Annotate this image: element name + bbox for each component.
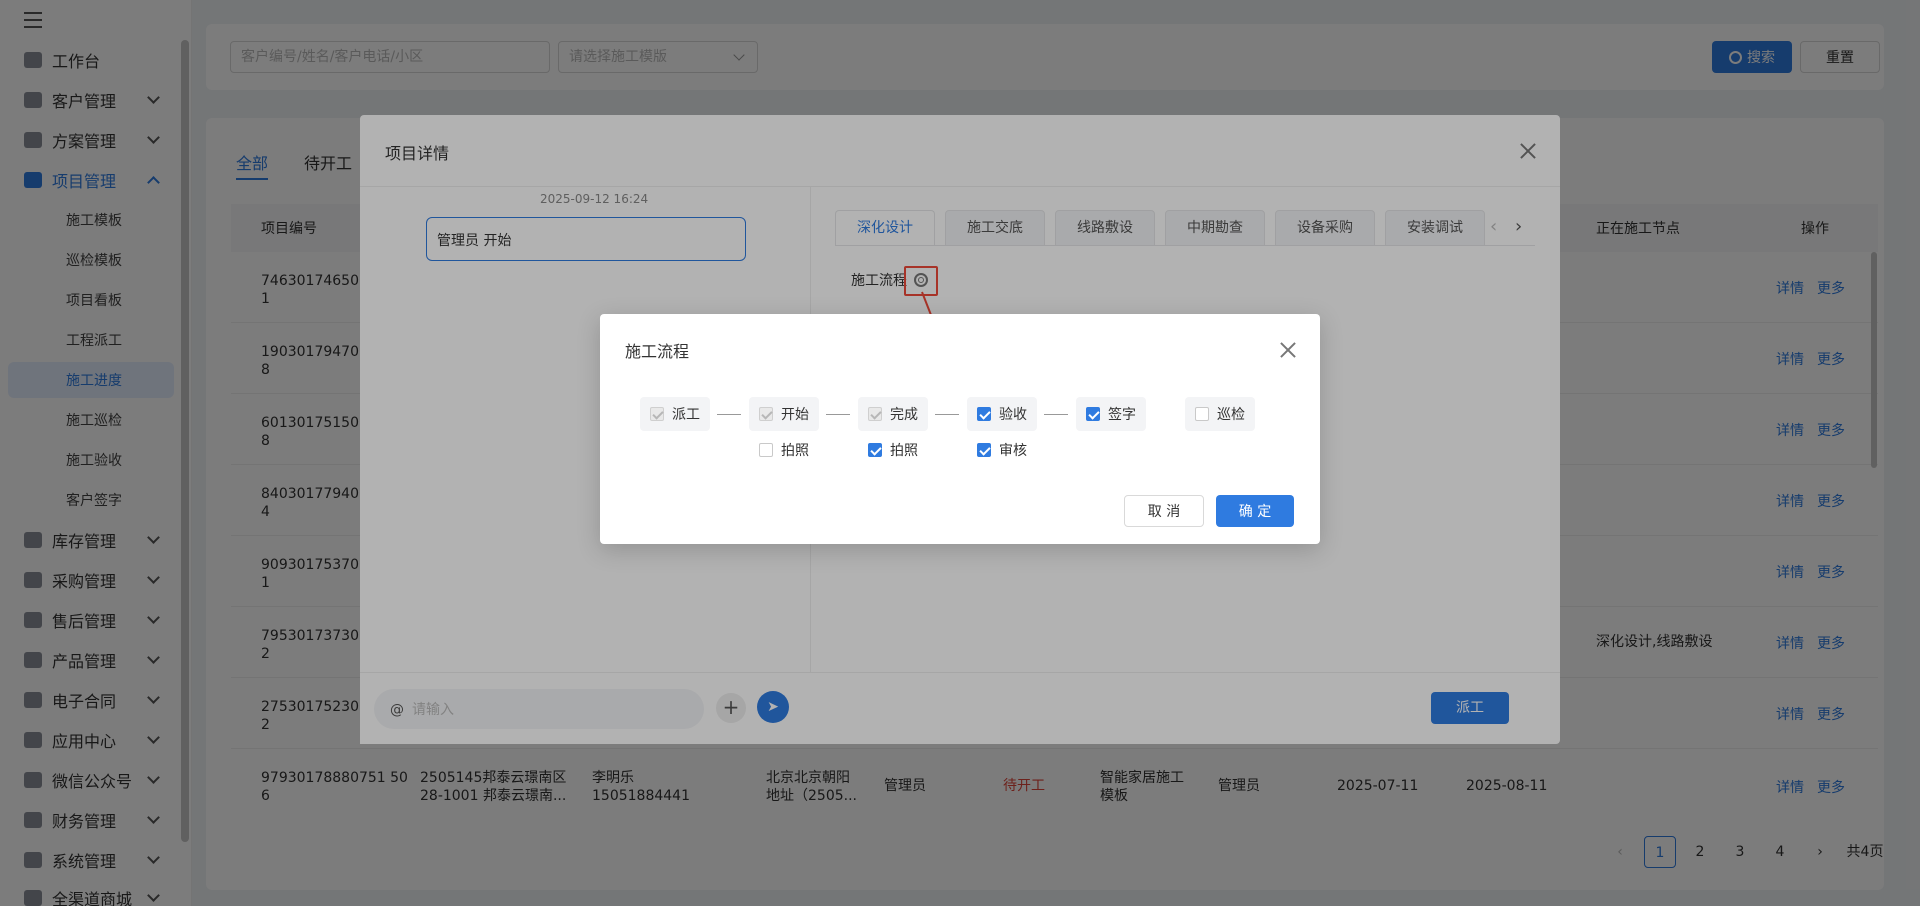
step-inspection[interactable]: 巡检	[1185, 397, 1255, 431]
checkbox-icon	[868, 443, 882, 457]
close-icon[interactable]	[1280, 342, 1296, 358]
confirm-button[interactable]: 确 定	[1216, 495, 1294, 527]
sub-acceptance-review[interactable]: 审核	[977, 440, 1027, 460]
cancel-button[interactable]: 取 消	[1124, 495, 1204, 527]
checkbox-icon	[1086, 407, 1100, 421]
checkbox-icon	[650, 407, 664, 421]
flow-dialog-title: 施工流程	[625, 342, 690, 361]
step-connector	[935, 414, 959, 415]
checkbox-icon	[868, 407, 882, 421]
checkbox-icon	[977, 443, 991, 457]
step-signature[interactable]: 签字	[1076, 397, 1146, 431]
sub-complete-photo[interactable]: 拍照	[868, 440, 918, 460]
step-dispatch[interactable]: 派工	[640, 397, 710, 431]
checkbox-icon	[759, 407, 773, 421]
sub-start-photo[interactable]: 拍照	[759, 440, 809, 460]
checkbox-icon	[1195, 407, 1209, 421]
step-complete[interactable]: 完成	[858, 397, 928, 431]
checkbox-icon	[759, 443, 773, 457]
step-acceptance[interactable]: 验收	[967, 397, 1037, 431]
checkbox-icon	[977, 407, 991, 421]
step-connector	[826, 414, 850, 415]
step-start[interactable]: 开始	[749, 397, 819, 431]
step-connector	[1044, 414, 1068, 415]
step-connector	[717, 414, 741, 415]
